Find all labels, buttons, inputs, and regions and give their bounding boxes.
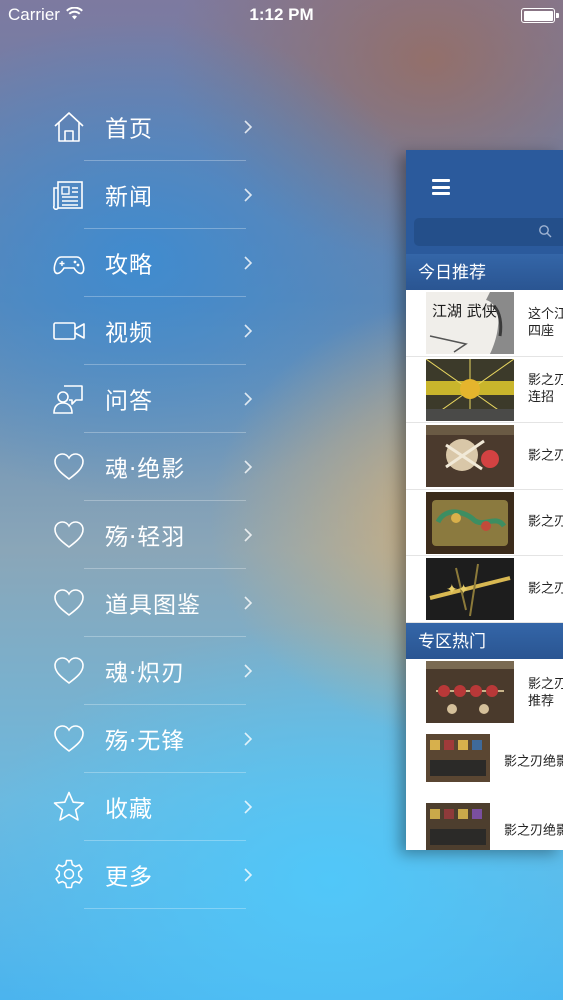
chevron-right-icon <box>242 731 254 747</box>
menu-item-guides[interactable]: 攻略 <box>0 229 300 297</box>
menu-item-label: 更多 <box>105 864 153 891</box>
menu-item-label: 首页 <box>105 116 153 143</box>
list-item[interactable]: 江湖 武侠 这个江 四座 <box>406 290 563 357</box>
star-icon <box>52 790 86 824</box>
menu-item-label: 魂·炽刃 <box>105 660 186 687</box>
list-item-title: 影之刃 推荐 <box>528 677 563 709</box>
list-item-title: 影之刃 连招 <box>528 373 563 406</box>
list-item[interactable]: 影之刃绝影 <box>406 727 563 797</box>
chevron-right-icon <box>242 799 254 815</box>
list-item-title: 影之刃 <box>528 514 563 530</box>
thumb-calligraphy: 江湖 武侠 <box>432 302 497 320</box>
navigation-bar <box>406 150 563 212</box>
list-item[interactable]: 影之刃 连招 <box>406 356 563 423</box>
chevron-right-icon <box>242 119 254 135</box>
side-menu: 首页 新闻 攻略 视频 问答 魂·绝影 殇·轻羽 道具图鉴 魂·炽刃 殇·无锋 … <box>0 93 300 909</box>
chevron-right-icon <box>242 867 254 883</box>
menu-item-hun-chiren[interactable]: 魂·炽刃 <box>0 637 300 705</box>
list-item-title: 影之刃绝影 <box>504 823 563 839</box>
menu-item-favorites[interactable]: 收藏 <box>0 773 300 841</box>
thumbnail-image <box>426 802 490 850</box>
heart-icon <box>52 518 86 552</box>
menu-item-qa[interactable]: 问答 <box>0 365 300 433</box>
chevron-right-icon <box>242 527 254 543</box>
menu-item-label: 殇·无锋 <box>105 728 186 755</box>
battery-icon <box>521 8 559 23</box>
menu-item-label: 殇·轻羽 <box>105 524 186 551</box>
search-icon <box>538 223 552 238</box>
list-item-title: 影之刃绝影 <box>504 754 563 770</box>
list-item[interactable]: 影之刃绝影 <box>406 796 563 850</box>
thumbnail-image <box>426 425 514 487</box>
section-header-today: 今日推荐 <box>406 254 563 290</box>
chevron-right-icon <box>242 255 254 271</box>
heart-icon <box>52 586 86 620</box>
section-header-hot: 专区热门 <box>406 622 563 659</box>
list-item[interactable]: 影之刃 推荐 <box>406 658 563 728</box>
thumbnail-image <box>426 733 490 782</box>
menu-item-hun-jueying[interactable]: 魂·绝影 <box>0 433 300 501</box>
menu-item-shang-wufeng[interactable]: 殇·无锋 <box>0 705 300 773</box>
heart-icon <box>52 450 86 484</box>
video-camera-icon <box>52 314 86 348</box>
newspaper-icon <box>52 178 86 212</box>
menu-item-label: 视频 <box>105 320 153 347</box>
chevron-right-icon <box>242 391 254 407</box>
menu-item-label: 攻略 <box>105 252 153 279</box>
chevron-right-icon <box>242 595 254 611</box>
heart-icon <box>52 654 86 688</box>
menu-item-label: 道具图鉴 <box>105 592 201 619</box>
list-item-title: 影之刃 <box>528 448 563 464</box>
menu-item-home[interactable]: 首页 <box>0 93 300 161</box>
chevron-right-icon <box>242 663 254 679</box>
thumbnail-image: ✦✦ <box>426 558 514 620</box>
menu-item-shang-qingyu[interactable]: 殇·轻羽 <box>0 501 300 569</box>
list-item[interactable]: 影之刃 <box>406 423 563 490</box>
chat-user-icon <box>52 382 86 416</box>
thumbnail-image <box>426 358 514 421</box>
gear-icon <box>52 858 86 892</box>
home-icon <box>52 110 86 144</box>
menu-item-label: 收藏 <box>105 796 153 823</box>
list-item[interactable]: 影之刃 <box>406 489 563 556</box>
hamburger-menu-icon[interactable] <box>432 179 450 195</box>
main-content-preview[interactable]: 今日推荐 江湖 武侠 这个江 四座 影之刃 连招 影之刃 影之刃 ✦✦ 影之刃 … <box>406 150 563 850</box>
status-bar: Carrier 1:12 PM <box>0 0 563 30</box>
menu-item-label: 魂·绝影 <box>105 456 186 483</box>
chevron-right-icon <box>242 187 254 203</box>
list-item-title: 这个江 四座 <box>528 306 563 339</box>
search-bar <box>406 212 563 254</box>
menu-item-video[interactable]: 视频 <box>0 297 300 365</box>
chevron-right-icon <box>242 459 254 475</box>
menu-item-item-catalog[interactable]: 道具图鉴 <box>0 569 300 637</box>
thumbnail-image <box>426 660 514 723</box>
heart-icon <box>52 722 86 756</box>
thumbnail-image: 江湖 武侠 <box>426 292 514 354</box>
chevron-right-icon <box>242 323 254 339</box>
menu-item-news[interactable]: 新闻 <box>0 161 300 229</box>
divider <box>84 908 246 909</box>
gamepad-icon <box>52 246 86 280</box>
menu-item-label: 新闻 <box>105 184 153 211</box>
menu-item-label: 问答 <box>105 388 153 415</box>
list-item[interactable]: ✦✦ 影之刃 <box>406 556 563 623</box>
thumbnail-image <box>426 491 514 554</box>
svg-text:✦✦: ✦✦ <box>446 582 470 598</box>
list-item-title: 影之刃 <box>528 581 563 597</box>
menu-item-more[interactable]: 更多 <box>0 841 300 909</box>
status-time: 1:12 PM <box>249 5 314 24</box>
